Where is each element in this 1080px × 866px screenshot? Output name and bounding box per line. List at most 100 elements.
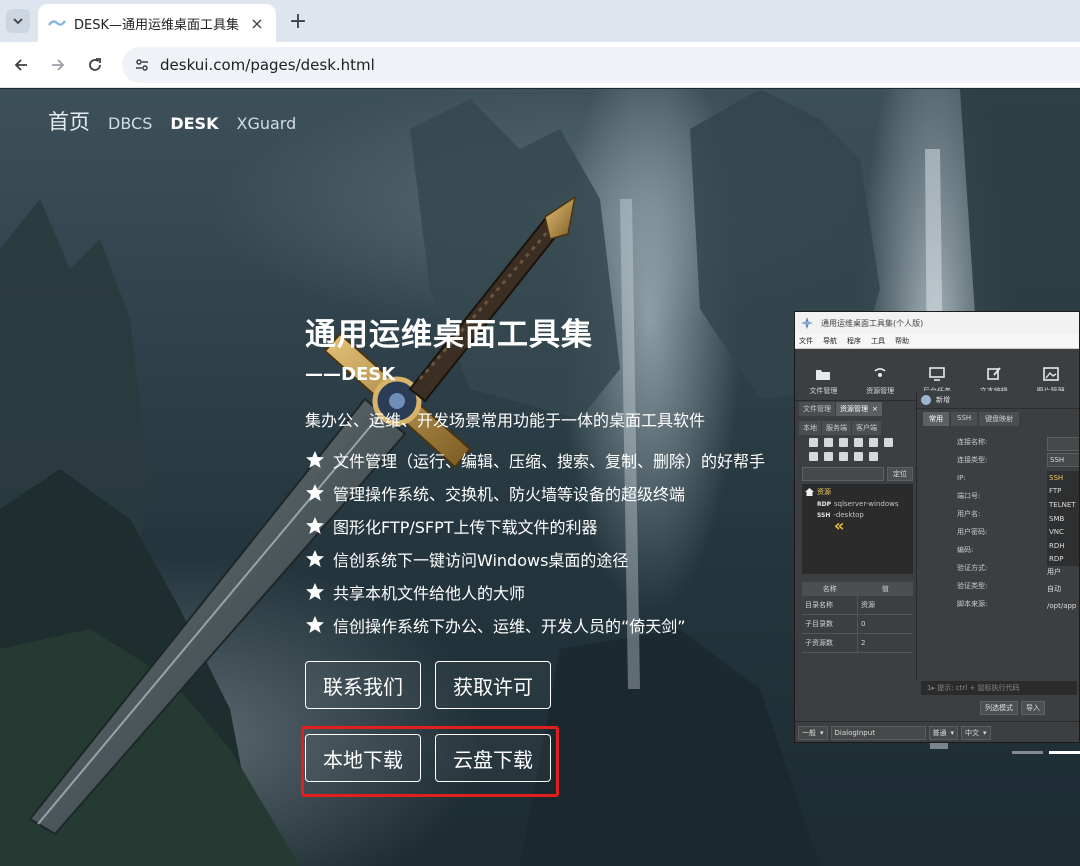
app-status-bar: 一般 ▾ DialogInput 普通 ▾ 中文 ▾ (795, 721, 1079, 742)
star-icon (306, 483, 324, 501)
site-info-icon[interactable] (132, 55, 152, 75)
add-icon (809, 438, 818, 447)
app-tab-file-manager: 文件管理 (799, 402, 835, 416)
combo-general: 一般 ▾ (798, 725, 828, 740)
carousel-dot-active[interactable] (1049, 751, 1080, 754)
tab-search-dropdown[interactable] (6, 9, 30, 33)
url-text: deskui.com/pages/desk.html (160, 56, 375, 74)
close-icon: × (872, 405, 878, 413)
page-hero-background: 首页 DBCS DESK XGuard 通用运维桌面工具集 ——DESK 集办公… (0, 89, 1080, 866)
props-row: 子目录数 0 (802, 615, 913, 634)
reload-button[interactable] (83, 53, 107, 77)
script-source-value: /opt/app (1047, 602, 1077, 610)
monitor-icon (929, 367, 945, 381)
props-row: 子资源数 2 (802, 634, 913, 653)
app-resource-tree: 资源 RDP sqlserver-windows SSH -desktop « (802, 484, 913, 574)
feature-text: 文件管理（运行、编辑、压缩、搜索、复制、删除）的好帮手 (333, 451, 766, 471)
feature-item: 管理操作系统、交换机、防火墙等设备的超级终端 (305, 476, 805, 509)
new-folder-icon (824, 438, 833, 447)
app-search-row: 定位 (802, 467, 913, 481)
carousel-indicators (1012, 751, 1080, 754)
star-icon (306, 582, 324, 600)
image-icon (1042, 367, 1059, 381)
app-tool-row (799, 435, 916, 449)
delete-icon (869, 438, 878, 447)
app-sub-tabs: 本地 服务端 客户端 (799, 420, 916, 435)
contact-us-button[interactable]: 联系我们 (305, 661, 421, 709)
star-icon (306, 615, 324, 633)
star-icon (306, 450, 324, 468)
conn-tab-ssh: SSH (951, 412, 978, 426)
connection-tabs: 常用 SSH 键盘映射 (917, 409, 1079, 429)
reload-icon (89, 58, 101, 71)
conn-tab-keymap: 键盘映射 (979, 412, 1020, 426)
props-header: 名称值 (802, 582, 913, 596)
app-menu-nav: 导航 (823, 337, 837, 345)
tree-item: RDP sqlserver-windows (817, 500, 899, 508)
copy-icon (809, 452, 818, 461)
column-mode-button: 列选模式 (980, 701, 1018, 715)
home-icon (805, 488, 814, 496)
app-mini-buttons: 列选模式 导入 (980, 701, 1045, 715)
app-locate-button: 定位 (887, 467, 913, 481)
tree-root: 资源 (805, 487, 910, 497)
app-menu-tools: 工具 (871, 337, 885, 345)
combo-style: 普通 ▾ (928, 725, 959, 740)
gear-icon (921, 394, 931, 405)
ribbon-file-manager: 文件管理 (795, 367, 852, 396)
combo-language: 中文 ▾ (961, 725, 991, 740)
app-menu-help: 帮助 (895, 337, 909, 345)
auth-method-value: 用户 (1047, 568, 1061, 576)
feature-item: 图形化FTP/SFPT上传下载文件的利器 (305, 509, 805, 542)
app-editor-line: 1▸ 提示: ctrl + 鼠标执行代码 (921, 681, 1077, 695)
app-tool-row-2 (799, 449, 916, 463)
site-favicon-icon (48, 20, 66, 26)
collapse-arrow-icon: « (834, 516, 844, 535)
folder-icon (816, 370, 831, 380)
browser-tab[interactable]: DESK—通用运维桌面工具集 × (38, 4, 276, 42)
back-button[interactable] (9, 53, 33, 77)
app-menubar: 文件 导航 程序 工具 帮助 (795, 334, 1079, 349)
feature-text: 信创操作系统下办公、运维、开发人员的“倚天剑” (333, 616, 686, 636)
tab-title: DESK—通用运维桌面工具集 (74, 17, 240, 33)
conn-tab-common: 常用 (923, 412, 949, 426)
nav-xguard-link[interactable]: XGuard (236, 114, 296, 133)
forward-button[interactable] (46, 53, 70, 77)
app-logo-icon (801, 317, 813, 329)
get-license-button[interactable]: 获取许可 (435, 661, 551, 709)
nav-dbcs-link[interactable]: DBCS (108, 114, 152, 133)
app-main-tabs: 文件管理 资源管理 × (799, 401, 916, 416)
app-left-pane: 文件管理 资源管理 × 本地 服务端 客户端 定位 资源 RDP sqlserv… (799, 401, 916, 728)
conn-type-options: SSH FTP TELNET SMB VNC RDH RDP (1047, 471, 1079, 567)
star-icon (306, 516, 324, 534)
feature-item: 共享本机文件给他人的大师 (305, 575, 805, 608)
tab-close-icon[interactable]: × (248, 14, 266, 33)
app-screenshot-preview: 通用运维桌面工具集(个人版) 文件 导航 程序 工具 帮助 文件管理 资源管理 … (794, 311, 1080, 743)
carousel-dot[interactable] (1012, 751, 1043, 754)
chevron-down-icon (13, 18, 23, 25)
verify-type-value: 自动 (1047, 585, 1061, 593)
new-connection-header: 新增 (917, 391, 1079, 409)
more-icon (884, 438, 893, 447)
address-bar[interactable]: deskui.com/pages/desk.html (122, 47, 1080, 83)
export-icon (854, 452, 863, 461)
app-properties-table: 名称值 目录名称 资源 子目录数 0 子资源数 2 (802, 582, 913, 653)
app-title-text: 通用运维桌面工具集(个人版) (821, 318, 924, 328)
new-tab-button[interactable]: + (286, 9, 310, 34)
nav-desk-link[interactable]: DESK (170, 114, 218, 133)
nav-home-link[interactable]: 首页 (48, 106, 90, 136)
app-tab-resource-manager: 资源管理 × (836, 402, 882, 416)
ribbon-resource-manager: 资源管理 (852, 367, 909, 396)
conn-type-field: SSH (1047, 453, 1079, 467)
app-subtab-local: 本地 (799, 421, 821, 435)
combo-font: DialogInput (830, 725, 926, 740)
feature-text: 共享本机文件给他人的大师 (333, 583, 526, 603)
save-icon (839, 452, 848, 461)
import-button: 导入 (1021, 701, 1045, 715)
feature-text: 信创系统下一键访问Windows桌面的途径 (333, 550, 629, 570)
app-new-connection-pane: 新增 常用 SSH 键盘映射 连接名称: 连接类型: IP: 端口号: 用户名:… (916, 391, 1079, 681)
import-icon (839, 438, 848, 447)
conn-name-field (1047, 437, 1079, 451)
download-highlight-annotation (301, 726, 559, 797)
app-titlebar: 通用运维桌面工具集(个人版) (795, 312, 1079, 334)
